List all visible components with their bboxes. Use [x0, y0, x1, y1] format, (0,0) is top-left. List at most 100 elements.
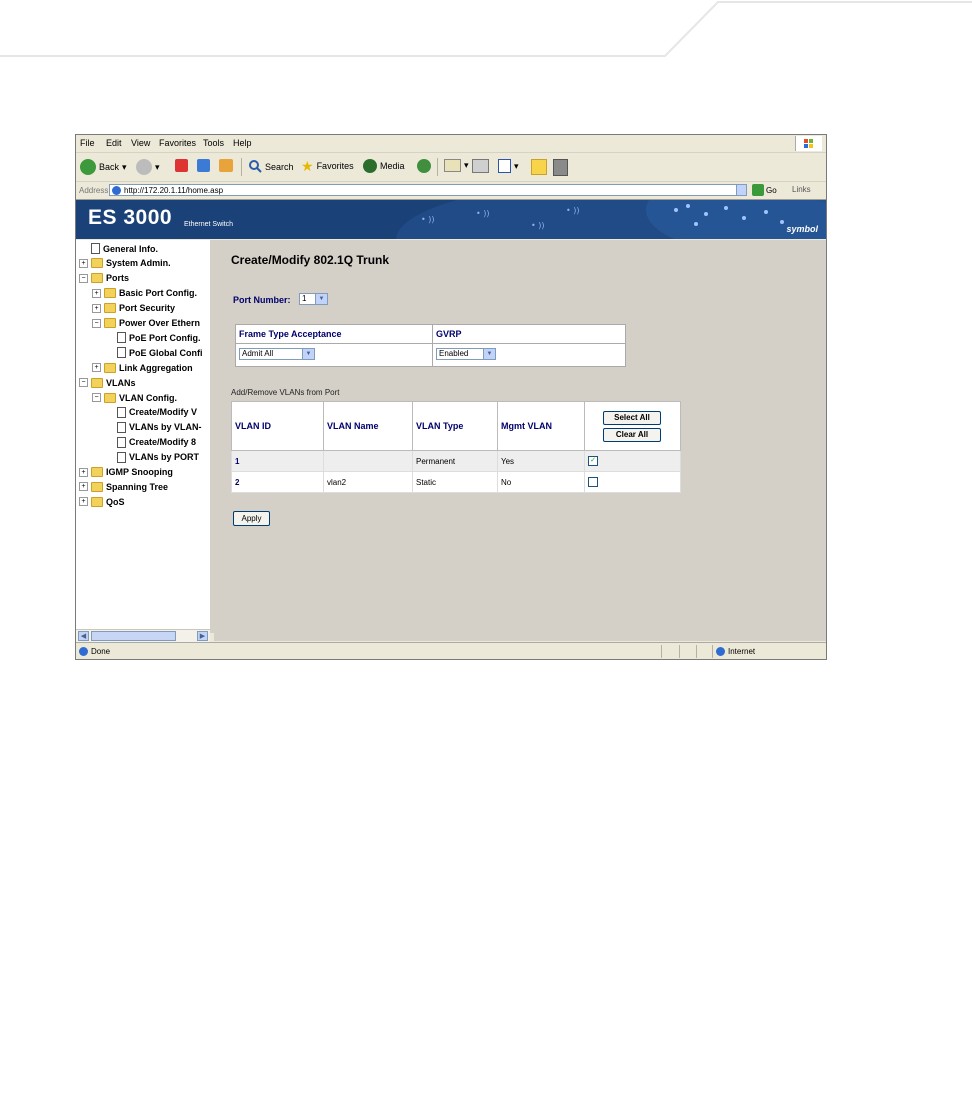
search-button[interactable]: Search [248, 159, 294, 175]
nav-item[interactable]: + System Admin. [79, 257, 171, 270]
folder-icon [104, 303, 116, 314]
vlan-name-cell [323, 450, 413, 472]
address-bar: Address http://172.20.1.11/home.asp Go L… [76, 182, 826, 200]
address-dropdown-icon[interactable] [736, 184, 747, 196]
expand-icon[interactable]: + [92, 363, 101, 373]
folder-icon [91, 496, 103, 507]
scroll-right-icon[interactable]: ▶ [197, 631, 208, 641]
nav-item[interactable]: PoE Global Confi [105, 346, 203, 359]
nav-item[interactable]: + Spanning Tree [79, 480, 168, 493]
vlan-table-header: VLAN ID VLAN Name VLAN Type Mgmt VLAN Se… [231, 401, 681, 451]
media-button[interactable]: Media [363, 159, 405, 173]
messenger-button[interactable] [553, 159, 568, 176]
expand-icon[interactable]: + [79, 497, 88, 507]
nav-item[interactable]: Create/Modify V [105, 406, 197, 419]
nav-item[interactable]: + Port Security [92, 302, 175, 315]
edit-button[interactable]: ▾ [498, 159, 519, 173]
status-text: Done [91, 647, 111, 656]
nav-item[interactable]: − Ports [79, 272, 129, 285]
note-icon [531, 159, 547, 175]
col-vlan-type: VLAN Type [412, 401, 498, 451]
vlan-id-link[interactable]: 2 [235, 478, 239, 487]
port-number-select[interactable]: 1 ▼ [299, 293, 328, 305]
stop-button[interactable] [175, 159, 188, 172]
media-icon [363, 159, 377, 173]
menu-tools[interactable]: Tools [203, 138, 224, 148]
home-button[interactable] [219, 159, 233, 172]
collapse-icon[interactable]: − [79, 378, 88, 388]
expand-icon[interactable]: + [92, 288, 101, 298]
apply-button[interactable]: Apply [233, 511, 270, 526]
collapse-icon[interactable]: − [92, 393, 101, 402]
select-all-button[interactable]: Select All [603, 410, 661, 425]
menu-help[interactable]: Help [233, 138, 252, 148]
expand-icon[interactable]: + [79, 467, 88, 477]
menu-bar: File Edit View Favorites Tools Help [76, 135, 826, 153]
nav-item[interactable]: VLANs by PORT [105, 451, 199, 464]
discuss-button[interactable] [531, 159, 547, 175]
mgmt-vlan-cell: No [497, 471, 585, 493]
collapse-icon[interactable]: − [79, 273, 88, 283]
nav-item[interactable]: − Power Over Ethern [92, 317, 200, 330]
nav-item[interactable]: + Basic Port Config. [92, 287, 197, 300]
gvrp-select[interactable]: Enabled ▼ [436, 348, 496, 360]
forward-button[interactable]: ▾ [136, 159, 160, 175]
nav-item[interactable]: Create/Modify 8 [105, 436, 196, 449]
document-icon [117, 347, 126, 359]
col-mgmt-vlan: Mgmt VLAN [497, 401, 585, 451]
nav-item[interactable]: + Link Aggregation [92, 361, 193, 374]
nav-item[interactable]: + IGMP Snooping [79, 466, 173, 479]
nav-item-label: PoE Port Config. [129, 332, 201, 343]
vlan-checkbox[interactable]: ✓ [588, 456, 598, 466]
status-divider [712, 645, 713, 658]
back-button[interactable]: Back ▾ [80, 159, 127, 175]
mail-button[interactable]: ▾ [444, 159, 469, 172]
scroll-thumb[interactable] [91, 631, 176, 641]
address-input[interactable]: http://172.20.1.11/home.asp [109, 184, 744, 196]
scroll-left-icon[interactable]: ◀ [78, 631, 89, 641]
vlan-id-link[interactable]: 1 [235, 457, 239, 466]
nav-item[interactable]: General Info. [79, 242, 158, 255]
menu-file[interactable]: File [80, 138, 95, 148]
menu-view[interactable]: View [131, 138, 150, 148]
folder-open-icon [91, 377, 103, 388]
gvrp-header: GVRP [432, 324, 626, 344]
nav-item-label: Port Security [119, 303, 176, 314]
refresh-button[interactable] [197, 159, 210, 172]
chevron-down-icon: ▼ [315, 294, 327, 304]
vlan-checkbox[interactable] [588, 477, 598, 487]
nav-horizontal-scrollbar[interactable]: ◀ ▶ [76, 629, 210, 642]
menu-edit[interactable]: Edit [106, 138, 122, 148]
expand-icon[interactable]: + [79, 258, 88, 268]
vlan-id-cell: 2 [231, 471, 324, 493]
history-button[interactable] [417, 159, 431, 173]
status-divider [696, 645, 697, 658]
page-done-icon [79, 647, 88, 656]
links-button[interactable]: Links [792, 185, 811, 194]
menu-favorites[interactable]: Favorites [159, 138, 196, 148]
nav-item[interactable]: − VLANs [79, 376, 136, 389]
nav-item[interactable]: VLANs by VLAN- [105, 421, 202, 434]
favorites-button[interactable]: ★ Favorites [301, 159, 354, 173]
print-button[interactable] [472, 159, 489, 173]
banner-background-graphic: • )) • )) • )) • )) [396, 200, 826, 239]
vlan-section-label: Add/Remove VLANs from Port [231, 388, 340, 397]
clear-all-button[interactable]: Clear All [603, 427, 661, 442]
nav-item[interactable]: PoE Port Config. [105, 331, 201, 344]
windows-flag-icon [795, 136, 822, 151]
collapse-icon[interactable]: − [92, 318, 101, 328]
folder-open-icon [104, 392, 116, 403]
document-icon [91, 243, 100, 254]
security-zone: Internet [716, 647, 755, 656]
expand-icon[interactable]: + [79, 482, 88, 492]
nav-item[interactable]: + QoS [79, 495, 125, 508]
nav-item-label: QoS [106, 496, 125, 507]
nav-item-label: VLANs [106, 377, 136, 388]
go-button[interactable]: Go [752, 184, 777, 196]
product-title: ES 3000 [88, 206, 173, 229]
expand-icon[interactable]: + [92, 303, 101, 313]
frame-type-select[interactable]: Admit All ▼ [239, 348, 315, 360]
folder-icon [104, 362, 116, 373]
nav-item[interactable]: − VLAN Config. [92, 391, 177, 404]
folder-icon [91, 258, 103, 269]
